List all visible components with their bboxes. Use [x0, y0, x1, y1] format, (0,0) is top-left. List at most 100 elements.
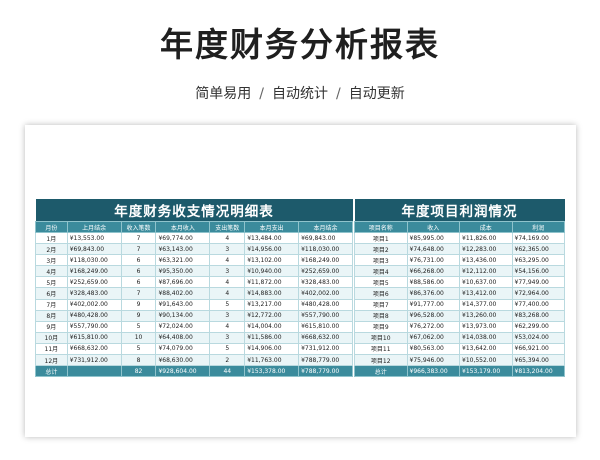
table-cell: ¥72,964.00: [511, 287, 565, 300]
table-cell: ¥168,249.00: [66, 265, 122, 278]
table-cell: 3: [209, 309, 246, 322]
table-cell: ¥13,436.00: [459, 254, 513, 267]
table-row: 4月 ¥168,249.00 6 ¥95,350.00 3 ¥10,940.00 ¥252,…: [35, 265, 353, 278]
table-cell: ¥66,268.00: [406, 265, 460, 278]
table-cell: ¥13,102.00: [244, 254, 300, 267]
table-cell: 7: [120, 231, 157, 245]
project-profit-table: 年度项目利润情况 项目名称 收入 成本 利润 项目1 ¥85,995.00 ¥11,826…: [354, 199, 565, 378]
table-row: 项目9 ¥76,272.00 ¥13,973.00 ¥62,299.00: [354, 320, 565, 333]
table-cell: 项目6: [354, 287, 408, 300]
table-row: 10月 ¥615,810.00 10 ¥64,408.00 3 ¥11,586.00 ¥66…: [35, 331, 353, 344]
total-cell: 82: [120, 365, 157, 378]
table-cell: ¥557,790.00: [298, 309, 353, 322]
table-cell: 项目12: [354, 354, 408, 367]
table-cell: ¥74,648.00: [406, 243, 460, 256]
total-cell: [66, 365, 122, 378]
table-row: 9月 ¥557,790.00 5 ¥72,024.00 4 ¥14,004.00 ¥615,…: [35, 320, 353, 333]
table-cell: ¥68,630.00: [155, 354, 211, 367]
table-cell: 7: [120, 287, 157, 300]
table-cell: ¥75,946.00: [406, 354, 460, 367]
table-cell: ¥13,260.00: [459, 309, 513, 322]
table-cell: 10: [120, 331, 157, 344]
table-cell: ¥10,637.00: [459, 276, 513, 289]
table-cell: 项目8: [354, 309, 408, 322]
page-subtitle: 简单易用 / 自动统计 / 自动更新: [0, 83, 600, 103]
subtitle-item: 自动统计: [272, 86, 328, 102]
table-title: 年度财务收支情况明细表: [35, 199, 353, 222]
table-cell: 项目2: [354, 243, 408, 256]
column-header: 上月结余: [66, 221, 122, 233]
table-cell: ¥13,553.00: [66, 231, 122, 245]
table-row: 7月 ¥402,002.00 9 ¥91,643.00 5 ¥13,217.00 ¥480,…: [35, 298, 353, 311]
total-cell: ¥153,179.00: [459, 365, 513, 378]
table-cell: 9: [120, 309, 157, 322]
table-cell: ¥731,912.00: [298, 342, 353, 356]
table-cell: ¥14,038.00: [459, 331, 513, 344]
table-row: 2月 ¥69,843.00 7 ¥63,143.00 3 ¥14,956.00 ¥118,0…: [35, 243, 353, 256]
table-cell: 项目5: [354, 276, 408, 289]
table-cell: ¥668,632.00: [66, 342, 122, 356]
table-row: 11月 ¥668,632.00 5 ¥74,079.00 5 ¥14,906.00 ¥731…: [35, 342, 353, 356]
table-cell: ¥14,906.00: [244, 342, 300, 356]
table-cell: ¥252,659.00: [66, 276, 122, 289]
total-cell: 总计: [354, 365, 408, 378]
table-cell: 1月: [35, 231, 68, 245]
total-cell: ¥153,378.00: [244, 365, 300, 378]
table-cell: ¥328,483.00: [66, 287, 122, 300]
table-cell: ¥480,428.00: [66, 309, 122, 322]
table-cell: ¥63,295.00: [511, 254, 565, 267]
table-cell: ¥69,774.00: [155, 231, 211, 245]
subtitle-item: 自动更新: [348, 86, 405, 102]
table-cell: ¥252,659.00: [298, 265, 353, 278]
table-row: 项目1 ¥85,995.00 ¥11,826.00 ¥74,169.00: [354, 231, 565, 245]
monthly-finance-table: 年度财务收支情况明细表 月份 上月结余 收入笔数 本月收入 支出笔数 本月支出 本月结余 1…: [35, 199, 353, 378]
table-cell: ¥88,402.00: [155, 287, 211, 300]
table-cell: ¥557,790.00: [66, 320, 122, 333]
table-row: 1月 ¥13,553.00 7 ¥69,774.00 4 ¥13,484.00 ¥69,84…: [35, 231, 353, 245]
table-cell: 项目11: [354, 342, 408, 356]
table-cell: 12月: [35, 354, 68, 367]
table-cell: 7: [120, 243, 157, 256]
table-cell: 5: [209, 298, 246, 311]
table-cell: ¥72,024.00: [155, 320, 211, 333]
table-cell: ¥63,143.00: [155, 243, 211, 256]
table-cell: 3: [209, 243, 246, 256]
table-cell: ¥77,400.00: [511, 298, 565, 311]
table-cell: ¥615,810.00: [66, 331, 122, 344]
column-header: 收入笔数: [120, 221, 157, 233]
table-cell: 项目1: [354, 231, 408, 245]
table-cell: ¥11,586.00: [244, 331, 300, 344]
table-row: 项目3 ¥76,731.00 ¥13,436.00 ¥63,295.00: [354, 254, 565, 267]
table-row: 3月 ¥118,030.00 6 ¥63,321.00 4 ¥13,102.00 ¥168,…: [35, 254, 353, 267]
table-cell: ¥14,377.00: [459, 298, 513, 311]
table-row: 项目7 ¥91,777.00 ¥14,377.00 ¥77,400.00: [354, 298, 565, 311]
table-title: 年度项目利润情况: [354, 199, 565, 222]
column-header: 本月结余: [298, 221, 353, 233]
table-cell: ¥85,995.00: [406, 231, 460, 245]
table-cell: ¥10,552.00: [459, 354, 513, 367]
table-cell: ¥69,843.00: [66, 243, 122, 256]
table-cell: ¥86,376.00: [406, 287, 460, 300]
table-cell: 5: [120, 320, 157, 333]
table-cell: ¥13,412.00: [459, 287, 513, 300]
table-cell: 7月: [35, 298, 68, 311]
table-cell: 9月: [35, 320, 68, 333]
table-row: 8月 ¥480,428.00 9 ¥90,134.00 3 ¥12,772.00 ¥557,…: [35, 309, 353, 322]
table-cell: ¥64,408.00: [155, 331, 211, 344]
table-cell: 4: [209, 320, 246, 333]
table-cell: 6: [120, 254, 157, 267]
table-cell: ¥80,563.00: [406, 342, 460, 356]
table-cell: ¥77,949.00: [511, 276, 565, 289]
table-row: 项目4 ¥66,268.00 ¥12,112.00 ¥54,156.00: [354, 265, 565, 278]
table-cell: 项目7: [354, 298, 408, 311]
table-cell: ¥13,642.00: [459, 342, 513, 356]
table-cell: 项目10: [354, 331, 408, 344]
table-row: 项目5 ¥88,586.00 ¥10,637.00 ¥77,949.00: [354, 276, 565, 289]
table-cell: ¥118,030.00: [66, 254, 122, 267]
table-cell: ¥87,696.00: [155, 276, 211, 289]
table-cell: ¥118,030.00: [298, 243, 353, 256]
table-cell: ¥74,079.00: [155, 342, 211, 356]
table-cell: 项目9: [354, 320, 408, 333]
table-cell: ¥63,321.00: [155, 254, 211, 267]
total-cell: ¥788,779.00: [298, 365, 353, 378]
